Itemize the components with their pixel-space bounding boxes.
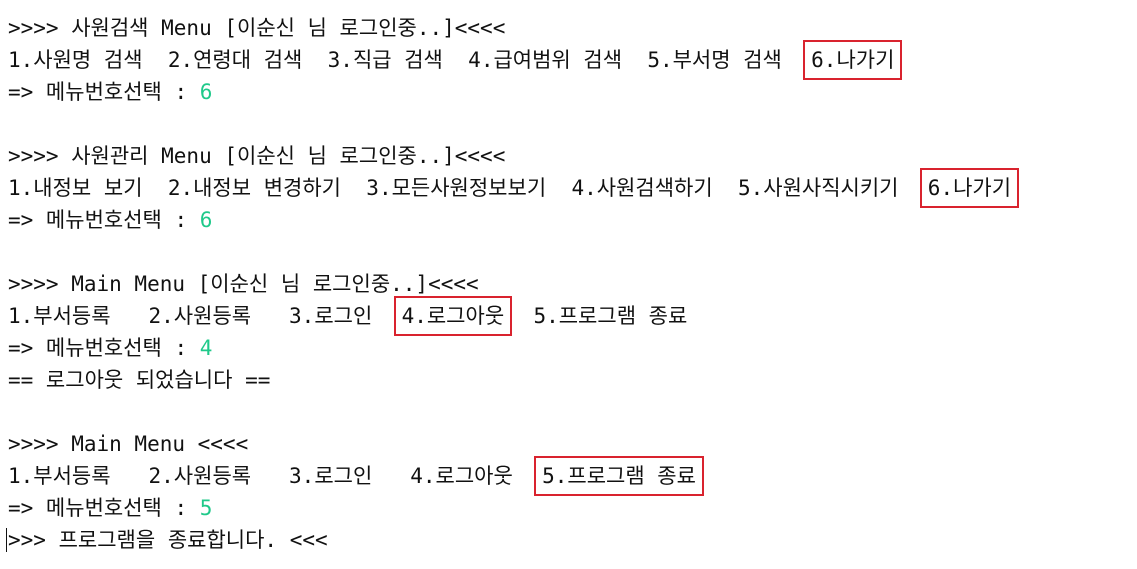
menu-header: >>>> 사원검색 Menu [이순신 님 로그인중..]<<<<	[8, 16, 506, 40]
prompt-line: => 메뉴번호선택 : 6	[8, 204, 1133, 236]
menu-options-row: 1.부서등록 2.사원등록 3.로그인 4.로그아웃 5.프로그램 종료	[8, 296, 1133, 336]
menu-option: 5.사원사직시키기	[737, 176, 899, 200]
menu-option: 4.급여범위 검색	[468, 48, 623, 72]
prompt-line: => 메뉴번호선택 : 4	[8, 332, 1133, 364]
menu-options-row: 1.내정보 보기 2.내정보 변경하기 3.모든사원정보보기 4.사원검색하기 …	[8, 168, 1133, 208]
menu-option-highlighted: 4.로그아웃	[393, 296, 513, 336]
menu-header: >>>> Main Menu <<<<	[8, 432, 249, 456]
menu-option: 5.부서명 검색	[647, 48, 782, 72]
menu-options-row: 1.부서등록 2.사원등록 3.로그인 4.로그아웃 5.프로그램 종료	[8, 456, 1133, 496]
status-message: == 로그아웃 되었습니다 ==	[8, 368, 271, 392]
menu-option: 4.로그아웃	[410, 464, 513, 488]
prompt-line: => 메뉴번호선택 : 5	[8, 492, 1133, 524]
menu-option: 1.사원명 검색	[8, 48, 143, 72]
menu-option: 1.부서등록	[8, 304, 111, 328]
prompt-label: => 메뉴번호선택 :	[8, 336, 188, 360]
menu-option: 2.내정보 변경하기	[167, 176, 341, 200]
menu-option: 3.모든사원정보보기	[366, 176, 547, 200]
menu-option: 3.직급 검색	[327, 48, 443, 72]
prompt-label: => 메뉴번호선택 :	[8, 208, 188, 232]
menu-header: >>>> 사원관리 Menu [이순신 님 로그인중..]<<<<	[8, 144, 506, 168]
menu-option: 5.프로그램 종료	[533, 304, 688, 328]
console-output: >>>> 사원검색 Menu [이순신 님 로그인중..]<<<< 1.사원명 …	[6, 12, 1133, 556]
menu-option: 2.사원등록	[148, 464, 252, 488]
exit-message-line[interactable]: >>> 프로그램을 종료합니다. <<<	[6, 524, 1133, 556]
prompt-line: => 메뉴번호선택 : 6	[8, 76, 1133, 108]
input-value: 6	[199, 208, 213, 232]
menu-option-highlighted: 6.나가기	[803, 40, 903, 80]
prompt-label: => 메뉴번호선택 :	[8, 496, 188, 520]
prompt-label: => 메뉴번호선택 :	[8, 80, 188, 104]
exit-message: >>> 프로그램을 종료합니다. <<<	[8, 528, 328, 552]
menu-option: 3.로그인	[289, 464, 373, 488]
input-value: 5	[199, 496, 213, 520]
menu-option-highlighted: 6.나가기	[919, 168, 1020, 208]
input-value: 6	[199, 80, 213, 104]
menu-option: 2.연령대 검색	[167, 48, 303, 72]
menu-options-row: 1.사원명 검색 2.연령대 검색 3.직급 검색 4.급여범위 검색 5.부서…	[8, 40, 1133, 80]
menu-option: 3.로그인	[289, 304, 373, 328]
menu-header: >>>> Main Menu [이순신 님 로그인중..]<<<<	[8, 272, 479, 296]
text-cursor	[6, 528, 7, 552]
menu-option: 2.사원등록	[148, 304, 252, 328]
input-value: 4	[199, 336, 213, 360]
menu-option: 1.내정보 보기	[8, 176, 143, 200]
menu-option: 4.사원검색하기	[571, 176, 713, 200]
menu-option: 1.부서등록	[8, 464, 111, 488]
menu-option-highlighted: 5.프로그램 종료	[534, 456, 704, 496]
